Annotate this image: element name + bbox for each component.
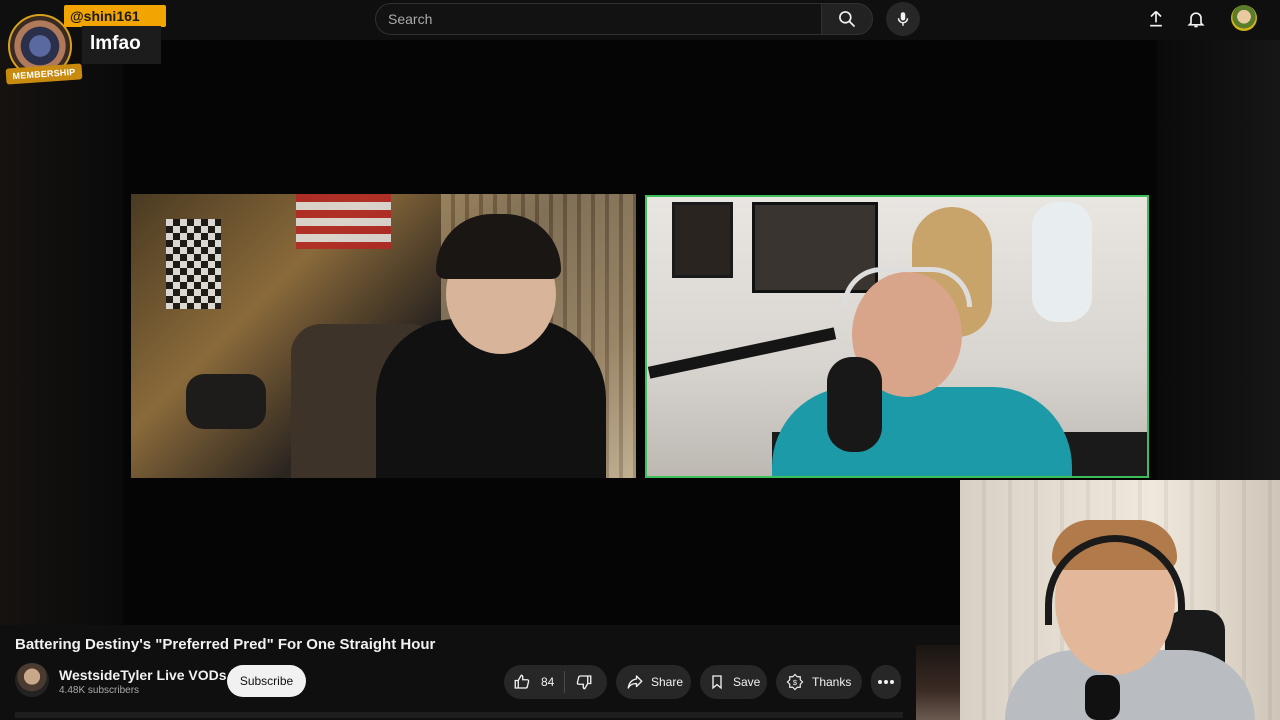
subscriber-count: 4.48K subscribers [59,685,140,696]
more-horizontal-icon [878,680,894,684]
streamer-facecam [960,480,1280,720]
bookmark-icon [712,675,722,690]
bell-icon [1187,12,1205,28]
share-icon [627,675,643,689]
thanks-label: Thanks [812,675,852,689]
thumbs-down-icon [577,675,592,690]
like-button[interactable]: 84 [504,665,554,699]
voice-search-button[interactable] [886,2,920,36]
subscribe-button[interactable]: Subscribe [227,665,306,697]
description-box-edge [15,712,903,718]
dislike-button[interactable] [565,665,603,699]
account-avatar[interactable] [1231,5,1257,31]
mic-icon [897,12,909,26]
channel-name[interactable]: WestsideTyler Live VODs [59,667,227,683]
upload-button[interactable] [1141,4,1171,34]
thanks-icon: $ [786,673,804,691]
stage-left-backdrop [0,40,123,625]
superchat-username: @shini161 [70,8,140,24]
save-button[interactable]: Save [700,665,767,699]
upload-icon [1150,10,1162,27]
notifications-button[interactable] [1181,4,1211,34]
thumbs-up-icon [514,674,530,689]
search-icon [839,11,856,28]
search-placeholder: Search [388,11,433,27]
superchat-message: lmfao [90,33,141,54]
participant-video-right [645,195,1149,478]
search-button[interactable] [821,3,873,35]
share-label: Share [651,675,684,689]
search-input[interactable] [375,3,821,35]
save-label: Save [733,675,761,689]
more-actions-button[interactable] [871,665,901,699]
related-video-thumbnail[interactable] [916,645,960,720]
stage-right-backdrop [1157,40,1280,480]
share-button[interactable]: Share [616,665,691,699]
like-dislike-group: 84 [504,665,607,699]
participant-video-left [131,194,636,478]
svg-text:$: $ [793,678,798,687]
thanks-button[interactable]: $ Thanks [776,665,862,699]
channel-avatar[interactable] [15,663,49,697]
video-title: Battering Destiny's "Preferred Pred" For… [15,636,436,653]
like-count: 84 [541,675,555,689]
